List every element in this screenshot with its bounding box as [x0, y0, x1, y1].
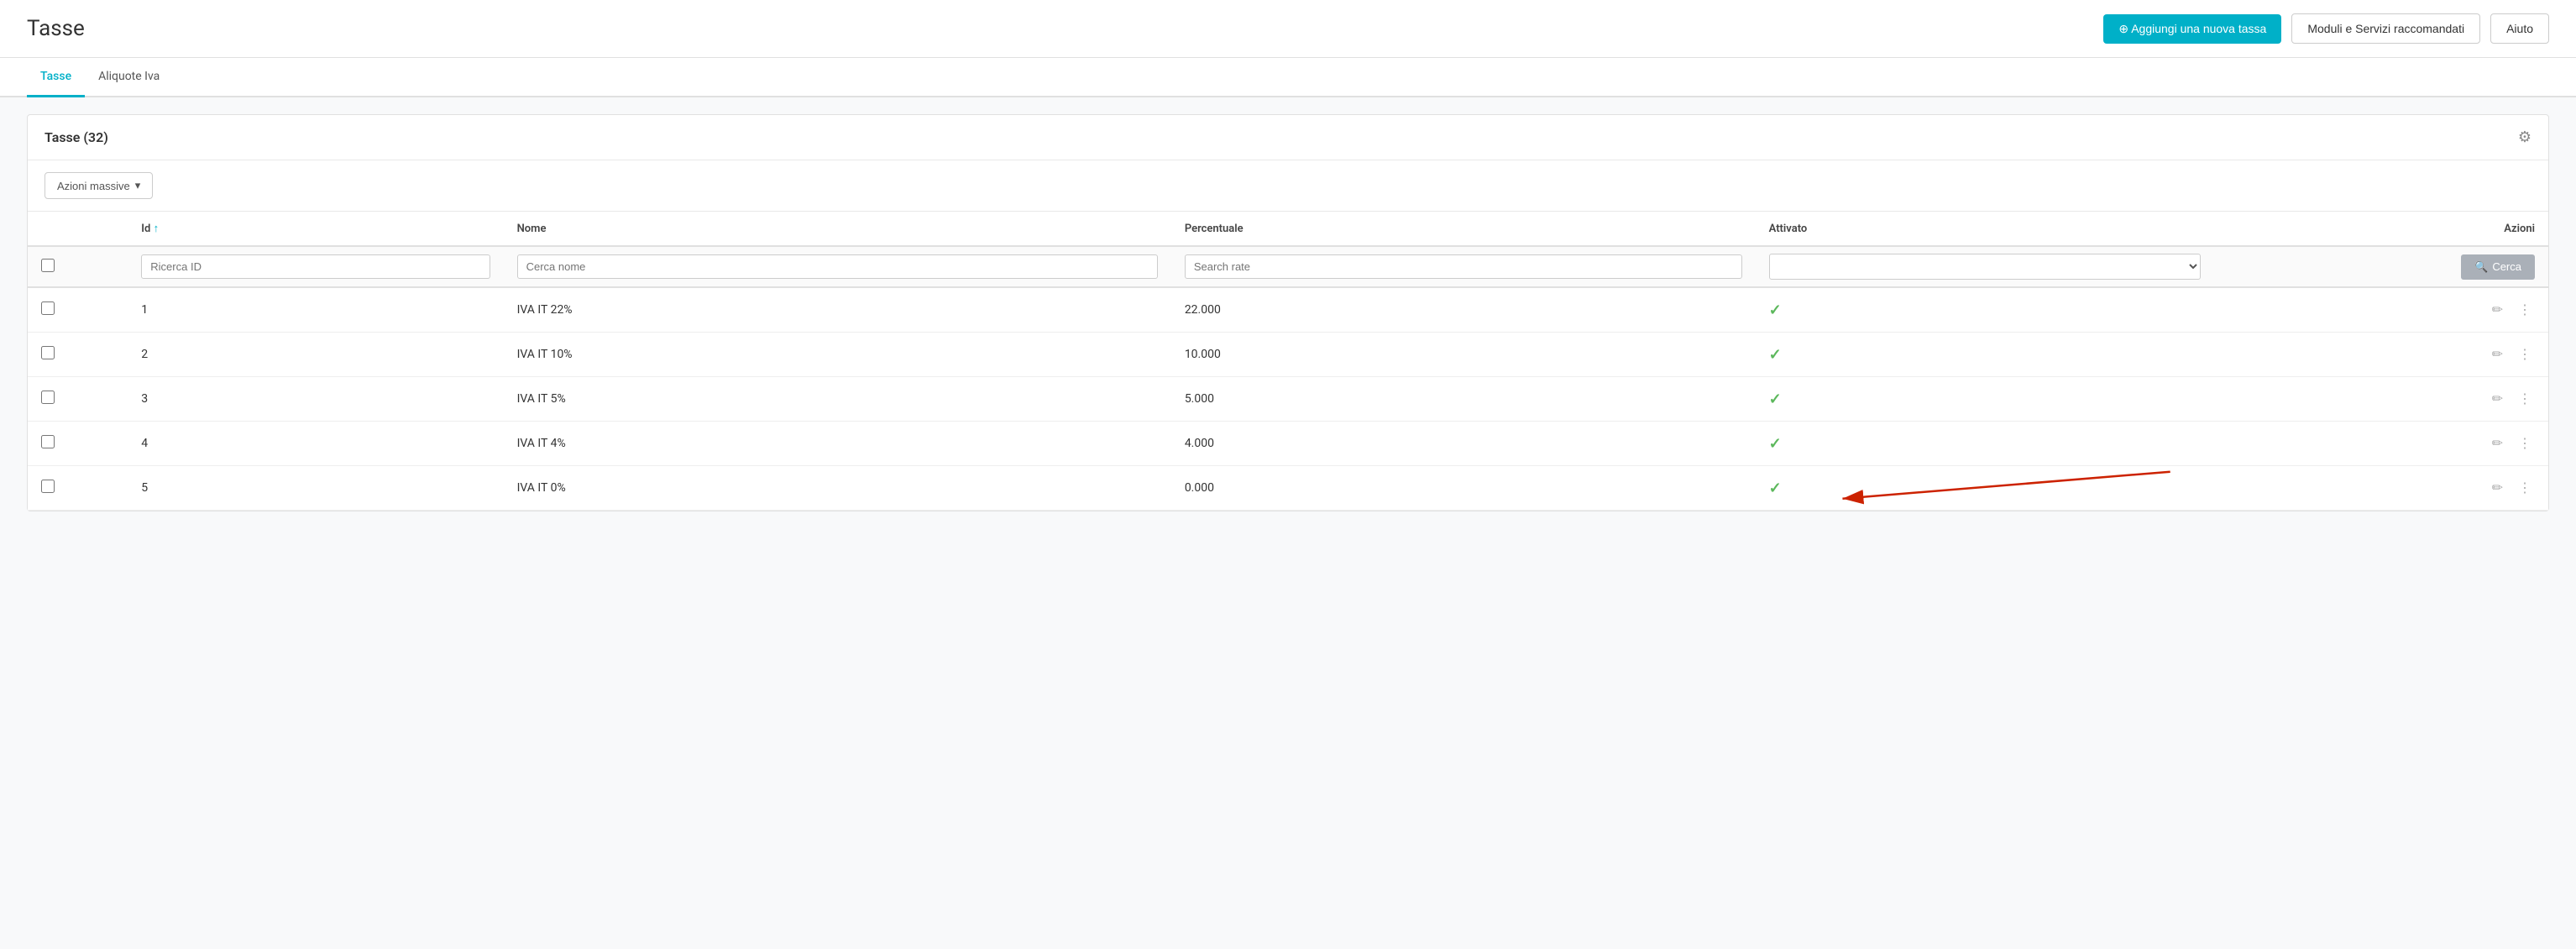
- edit-button[interactable]: ✏: [2489, 300, 2506, 320]
- tab-aliquote-iva[interactable]: Aliquote Iva: [85, 58, 173, 97]
- row-checkbox-cell: [28, 333, 128, 377]
- row-checkbox-cell: [28, 287, 128, 333]
- col-header-nome[interactable]: Nome: [504, 212, 1171, 246]
- table-row: 1 IVA IT 22% 22.000 ✓ ✏ ⋮: [28, 287, 2548, 333]
- row-id: 3: [128, 377, 503, 422]
- edit-button[interactable]: ✏: [2489, 344, 2506, 364]
- row-checkbox-cell: [28, 422, 128, 466]
- filter-rate-cell: [1171, 246, 1756, 287]
- header-actions: ⊕ Aggiungi una nuova tassa Moduli e Serv…: [2103, 13, 2549, 44]
- attivato-check-icon: ✓: [1769, 435, 1782, 453]
- tasse-table: Id Nome Percentuale Attivato Azioni: [28, 212, 2548, 511]
- card-header: Tasse (32) ⚙: [28, 115, 2548, 160]
- row-percentuale: 22.000: [1171, 287, 1756, 333]
- edit-button[interactable]: ✏: [2489, 389, 2506, 409]
- attivato-check-icon: ✓: [1769, 391, 1782, 408]
- table-header-row: Id Nome Percentuale Attivato Azioni: [28, 212, 2548, 246]
- search-button[interactable]: 🔍 Cerca: [2461, 254, 2535, 280]
- row-azioni: ✏ ⋮: [2214, 422, 2548, 466]
- col-header-percentuale[interactable]: Percentuale: [1171, 212, 1756, 246]
- row-checkbox-cell: [28, 377, 128, 422]
- row-azioni: ✏ ⋮: [2214, 287, 2548, 333]
- filter-id-cell: [128, 246, 503, 287]
- row-id: 1: [128, 287, 503, 333]
- more-actions-button[interactable]: ⋮: [2515, 300, 2535, 320]
- select-all-checkbox[interactable]: [41, 259, 55, 272]
- row-percentuale: 5.000: [1171, 377, 1756, 422]
- modules-services-button[interactable]: Moduli e Servizi raccomandati: [2291, 13, 2480, 44]
- attivato-check-icon: ✓: [1769, 480, 1782, 497]
- row-checkbox[interactable]: [41, 435, 55, 448]
- id-search-input[interactable]: [141, 254, 490, 279]
- name-search-input[interactable]: [517, 254, 1158, 279]
- help-button[interactable]: Aiuto: [2490, 13, 2549, 44]
- table-row: 5 IVA IT 0% 0.000 ✓ ✏ ⋮: [28, 466, 2548, 511]
- filter-row: Sì No 🔍 Cerca: [28, 246, 2548, 287]
- table-row: 2 IVA IT 10% 10.000 ✓ ✏ ⋮: [28, 333, 2548, 377]
- row-attivato: ✓: [1756, 466, 2215, 511]
- filter-checkbox-cell: [28, 246, 128, 287]
- add-tax-button[interactable]: ⊕ Aggiungi una nuova tassa: [2103, 14, 2281, 44]
- filter-search-cell: 🔍 Cerca: [2214, 246, 2548, 287]
- more-actions-button[interactable]: ⋮: [2515, 433, 2535, 454]
- filter-attivato-cell: Sì No: [1756, 246, 2215, 287]
- page-title: Tasse: [27, 16, 85, 41]
- row-id: 4: [128, 422, 503, 466]
- more-actions-button[interactable]: ⋮: [2515, 344, 2535, 364]
- attivato-check-icon: ✓: [1769, 346, 1782, 364]
- row-checkbox[interactable]: [41, 301, 55, 315]
- row-percentuale: 10.000: [1171, 333, 1756, 377]
- more-actions-button[interactable]: ⋮: [2515, 389, 2535, 409]
- row-azioni: ✏ ⋮: [2214, 377, 2548, 422]
- main-content: Tasse (32) ⚙ Azioni massive ▾ Id Nome: [0, 97, 2576, 528]
- row-checkbox-cell: [28, 466, 128, 511]
- row-id: 5: [128, 466, 503, 511]
- row-attivato: ✓: [1756, 333, 2215, 377]
- select-all-header: [28, 212, 128, 246]
- tab-tasse[interactable]: Tasse: [27, 58, 85, 97]
- row-attivato: ✓: [1756, 377, 2215, 422]
- row-nome: IVA IT 5%: [504, 377, 1171, 422]
- tabs-bar: Tasse Aliquote Iva: [0, 58, 2576, 97]
- row-checkbox[interactable]: [41, 480, 55, 493]
- row-checkbox[interactable]: [41, 391, 55, 404]
- chevron-down-icon: ▾: [135, 179, 141, 192]
- bulk-actions-button[interactable]: Azioni massive ▾: [45, 172, 153, 199]
- row-attivato: ✓: [1756, 422, 2215, 466]
- table-body: 1 IVA IT 22% 22.000 ✓ ✏ ⋮ 2 IVA IT 10% 1…: [28, 287, 2548, 511]
- col-header-id[interactable]: Id: [128, 212, 503, 246]
- table-row: 3 IVA IT 5% 5.000 ✓ ✏ ⋮: [28, 377, 2548, 422]
- more-actions-button[interactable]: ⋮: [2515, 478, 2535, 498]
- col-header-attivato: Attivato: [1756, 212, 2215, 246]
- row-azioni: ✏ ⋮: [2214, 466, 2548, 511]
- row-percentuale: 0.000: [1171, 466, 1756, 511]
- edit-button[interactable]: ✏: [2489, 433, 2506, 454]
- table-container: Id Nome Percentuale Attivato Azioni: [28, 212, 2548, 511]
- row-percentuale: 4.000: [1171, 422, 1756, 466]
- search-icon: 🔍: [2474, 260, 2488, 274]
- table-row: 4 IVA IT 4% 4.000 ✓ ✏ ⋮: [28, 422, 2548, 466]
- settings-icon[interactable]: ⚙: [2518, 128, 2531, 146]
- card-title: Tasse (32): [45, 129, 108, 145]
- row-nome: IVA IT 0%: [504, 466, 1171, 511]
- tasse-card: Tasse (32) ⚙ Azioni massive ▾ Id Nome: [27, 114, 2549, 511]
- row-nome: IVA IT 4%: [504, 422, 1171, 466]
- table-wrapper: Id Nome Percentuale Attivato Azioni: [28, 212, 2548, 511]
- row-id: 2: [128, 333, 503, 377]
- attivato-check-icon: ✓: [1769, 301, 1782, 319]
- col-header-azioni: Azioni: [2214, 212, 2548, 246]
- row-nome: IVA IT 10%: [504, 333, 1171, 377]
- row-checkbox[interactable]: [41, 346, 55, 359]
- row-nome: IVA IT 22%: [504, 287, 1171, 333]
- edit-button[interactable]: ✏: [2489, 478, 2506, 498]
- toolbar: Azioni massive ▾: [28, 160, 2548, 212]
- page-header: Tasse ⊕ Aggiungi una nuova tassa Moduli …: [0, 0, 2576, 58]
- rate-search-input[interactable]: [1185, 254, 1742, 279]
- filter-name-cell: [504, 246, 1171, 287]
- row-attivato: ✓: [1756, 287, 2215, 333]
- attivato-filter-select[interactable]: Sì No: [1769, 254, 2202, 280]
- row-azioni: ✏ ⋮: [2214, 333, 2548, 377]
